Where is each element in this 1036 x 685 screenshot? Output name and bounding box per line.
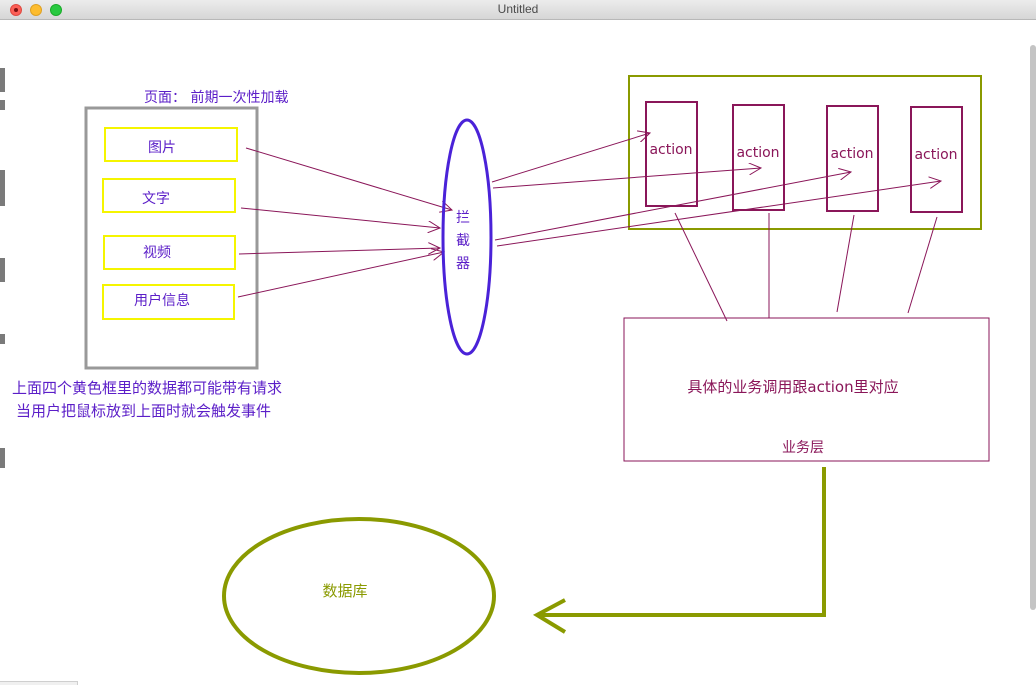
arrow-image-to-interceptor xyxy=(245,147,452,210)
interceptor-char: 器 xyxy=(456,256,470,272)
action-label: action xyxy=(830,146,873,162)
item-label: 图片 xyxy=(148,140,176,156)
note-line-1: 上面四个黄色框里的数据都可能带有请求 xyxy=(12,379,282,397)
item-label: 文字 xyxy=(142,191,170,207)
arrow-business-to-database xyxy=(537,467,826,617)
item-box-user-info[interactable]: 用户信息 xyxy=(102,284,235,320)
business-layer-label: 业务层 xyxy=(782,440,824,456)
arrow-text-to-interceptor xyxy=(240,207,440,228)
action-box-2[interactable]: action xyxy=(732,104,785,211)
item-box-image[interactable]: 图片 xyxy=(104,127,238,162)
arrow-video-to-interceptor xyxy=(238,248,440,255)
database-label: 数据库 xyxy=(322,582,367,600)
note-line-2: 当用户把鼠标放到上面时就会触发事件 xyxy=(16,402,271,420)
arrow-interceptor-to-action-2 xyxy=(492,168,761,189)
action-label: action xyxy=(649,142,692,158)
action-label: action xyxy=(914,147,957,163)
arrow-user-info-to-interceptor xyxy=(237,252,444,298)
action-label: action xyxy=(736,145,779,161)
page-label: 页面： 前期一次性加载 xyxy=(144,89,288,106)
arrow-interceptor-to-action-4 xyxy=(496,181,941,247)
item-box-text[interactable]: 文字 xyxy=(102,178,236,213)
arrow-interceptor-to-action-1 xyxy=(491,133,650,183)
action-box-1[interactable]: action xyxy=(645,101,698,207)
interceptor-char: 拦 xyxy=(456,210,470,226)
action-box-4[interactable]: action xyxy=(910,106,963,213)
item-label: 用户信息 xyxy=(134,292,190,309)
item-label: 视频 xyxy=(143,245,171,261)
action-box-3[interactable]: action xyxy=(826,105,879,212)
connector-action-4-to-business xyxy=(907,216,938,314)
interceptor-char: 截 xyxy=(456,233,470,249)
item-box-video[interactable]: 视频 xyxy=(103,235,236,270)
business-description: 具体的业务调用跟action里对应 xyxy=(687,378,898,396)
diagram-canvas: 页面： 前期一次性加载 图片 文字 视频 用户信息 上面四个黄色框里的数据都可能… xyxy=(12,75,990,675)
